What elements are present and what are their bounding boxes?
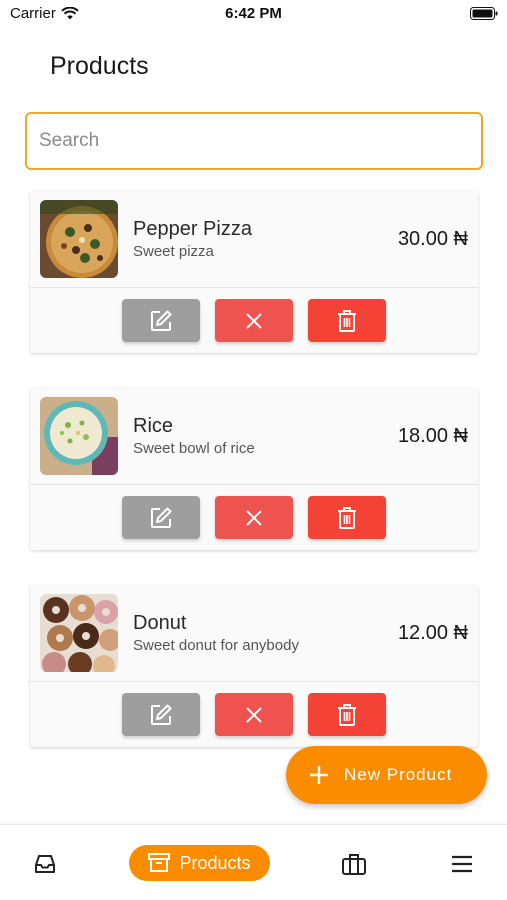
battery-icon (470, 7, 498, 24)
trash-icon (338, 703, 356, 726)
close-icon (246, 706, 262, 723)
edit-icon (151, 704, 172, 725)
edit-button[interactable] (122, 693, 200, 736)
product-price: 12.00 ₦ (397, 622, 468, 644)
new-product-label: New Product (344, 765, 453, 784)
clock: 6:42 PM (225, 5, 282, 22)
nav-item-products[interactable]: Products (129, 845, 270, 881)
bottom-nav: Products (0, 824, 507, 900)
product-actions (30, 288, 478, 353)
nav-item-menu[interactable] (447, 849, 477, 879)
product-card: Donut Sweet donut for anybody 12.00 ₦ (30, 585, 478, 747)
edit-icon (151, 310, 172, 331)
nav-products-label: Products (179, 852, 251, 873)
menu-icon (452, 855, 472, 873)
trash-icon (338, 506, 356, 529)
rice-bowl-image (40, 397, 118, 475)
nav-item-inbox[interactable] (30, 849, 60, 879)
delete-button[interactable] (308, 693, 386, 736)
product-name: Donut (133, 612, 187, 634)
close-icon (246, 509, 262, 526)
product-info[interactable]: Rice Sweet bowl of rice 18.00 ₦ (30, 388, 478, 485)
archive-box-icon (148, 853, 171, 872)
product-description: Sweet donut for anybody (133, 637, 299, 654)
product-name: Pepper Pizza (133, 218, 252, 240)
product-actions (30, 682, 478, 747)
product-card: Pepper Pizza Sweet pizza 30.00 ₦ (30, 191, 478, 353)
edit-button[interactable] (122, 299, 200, 342)
new-product-button[interactable]: New Product (286, 746, 487, 804)
pizza-image (40, 200, 118, 278)
inbox-icon (35, 855, 55, 873)
trash-icon (338, 309, 356, 332)
close-icon (246, 312, 262, 329)
status-bar: Carrier 6:42 PM (0, 0, 507, 28)
search-input[interactable] (25, 112, 483, 170)
product-actions (30, 485, 478, 550)
donuts-image (40, 594, 118, 672)
page-title: Products (50, 52, 149, 80)
product-info[interactable]: Donut Sweet donut for anybody 12.00 ₦ (30, 585, 478, 682)
product-card: Rice Sweet bowl of rice 18.00 ₦ (30, 388, 478, 550)
product-price: 18.00 ₦ (397, 425, 468, 447)
nav-item-briefcase[interactable] (339, 849, 369, 879)
product-name: Rice (133, 415, 174, 437)
product-description: Sweet bowl of rice (133, 440, 255, 457)
plus-icon (310, 766, 328, 784)
edit-button[interactable] (122, 496, 200, 539)
product-description: Sweet pizza (133, 243, 214, 260)
cancel-button[interactable] (215, 693, 293, 736)
delete-button[interactable] (308, 496, 386, 539)
product-info[interactable]: Pepper Pizza Sweet pizza 30.00 ₦ (30, 191, 478, 288)
cancel-button[interactable] (215, 299, 293, 342)
edit-icon (151, 507, 172, 528)
app-screen: Carrier 6:42 PM Products Search Pepper P… (0, 0, 507, 900)
product-price: 30.00 ₦ (397, 228, 468, 250)
cancel-button[interactable] (215, 496, 293, 539)
briefcase-icon (342, 854, 366, 875)
delete-button[interactable] (308, 299, 386, 342)
